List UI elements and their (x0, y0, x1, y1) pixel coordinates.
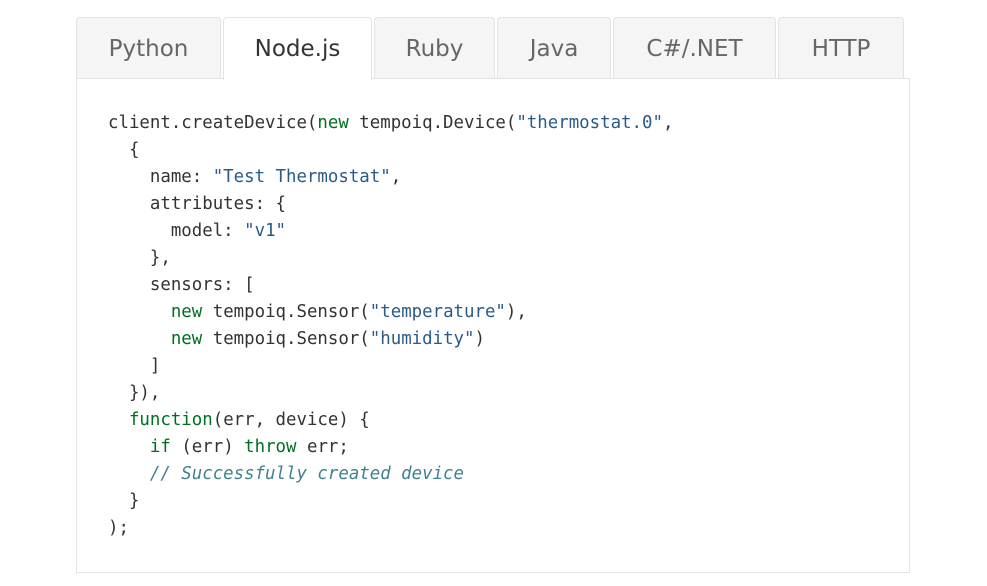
code-line: // Successfully created device (108, 461, 673, 488)
code-string: "Test Thermostat" (212, 167, 391, 187)
code-line: if (err) throw err; (108, 434, 673, 461)
code-token: { (108, 140, 140, 160)
code-keyword: new (317, 113, 349, 133)
code-line: ] (108, 353, 673, 380)
code-block: client.createDevice(new tempoiq.Device("… (108, 110, 673, 542)
tab-label: Node.js (254, 36, 341, 62)
code-keyword: throw (244, 437, 297, 457)
tab-label: Python (108, 35, 189, 62)
code-line: client.createDevice(new tempoiq.Device("… (108, 110, 673, 137)
code-token: tempoiq.Sensor( (202, 302, 370, 322)
code-line: function(err, device) { (108, 407, 673, 434)
tab-nodejs[interactable]: Node.js (223, 17, 372, 80)
tab-csharp-dotnet[interactable]: C#/.NET (613, 17, 776, 79)
code-string: "humidity" (369, 329, 475, 349)
code-keyword: if (149, 437, 171, 457)
code-keyword: new (170, 329, 203, 349)
code-token: client.createDevice( (108, 113, 318, 133)
code-keyword: new (170, 302, 203, 322)
tab-java[interactable]: Java (497, 17, 611, 79)
code-token: attributes: { (108, 194, 286, 214)
code-line: }), (108, 380, 673, 407)
code-string: "temperature" (369, 302, 506, 322)
code-token: (err, device) { (212, 410, 370, 430)
code-line: model: "v1" (108, 218, 673, 245)
tab-python[interactable]: Python (76, 17, 221, 79)
code-token: ] (108, 356, 161, 376)
code-token: model: (108, 221, 245, 241)
tab-label: C#/.NET (646, 35, 743, 62)
tab-label: Java (529, 35, 579, 62)
code-line: ); (108, 515, 673, 542)
code-token: tempoiq.Sensor( (202, 329, 370, 349)
code-comment: // Successfully created device (149, 464, 464, 484)
code-token: } (108, 491, 140, 511)
code-line: } (108, 488, 673, 515)
code-token: , (390, 167, 402, 187)
code-token: sensors: [ (108, 275, 255, 295)
code-line: { (108, 137, 673, 164)
code-token: err; (296, 437, 349, 457)
code-token: (err) (170, 437, 245, 457)
tab-label: HTTP (811, 35, 871, 62)
language-tab-bar: Python Node.js Ruby Java C#/.NET HTTP (76, 17, 906, 80)
code-token: tempoiq.Device( (348, 113, 517, 133)
code-line: attributes: { (108, 191, 673, 218)
code-string: "v1" (244, 221, 287, 241)
code-keyword: function (128, 410, 213, 430)
code-panel: client.createDevice(new tempoiq.Device("… (76, 78, 910, 573)
code-token: ); (108, 518, 129, 538)
tab-ruby[interactable]: Ruby (374, 17, 495, 79)
code-line: new tempoiq.Sensor("temperature"), (108, 299, 673, 326)
code-token: ) (474, 329, 485, 349)
tab-http[interactable]: HTTP (778, 17, 904, 79)
code-line: sensors: [ (108, 272, 673, 299)
tab-label: Ruby (405, 35, 464, 62)
code-line: }, (108, 245, 673, 272)
code-token: }, (108, 248, 171, 268)
code-token: name: (108, 167, 213, 187)
code-token: , (662, 113, 674, 133)
code-string: "thermostat.0" (516, 113, 663, 133)
code-token: ), (505, 302, 527, 322)
code-line: name: "Test Thermostat", (108, 164, 673, 191)
code-line: new tempoiq.Sensor("humidity") (108, 326, 673, 353)
code-token: }), (108, 383, 161, 403)
